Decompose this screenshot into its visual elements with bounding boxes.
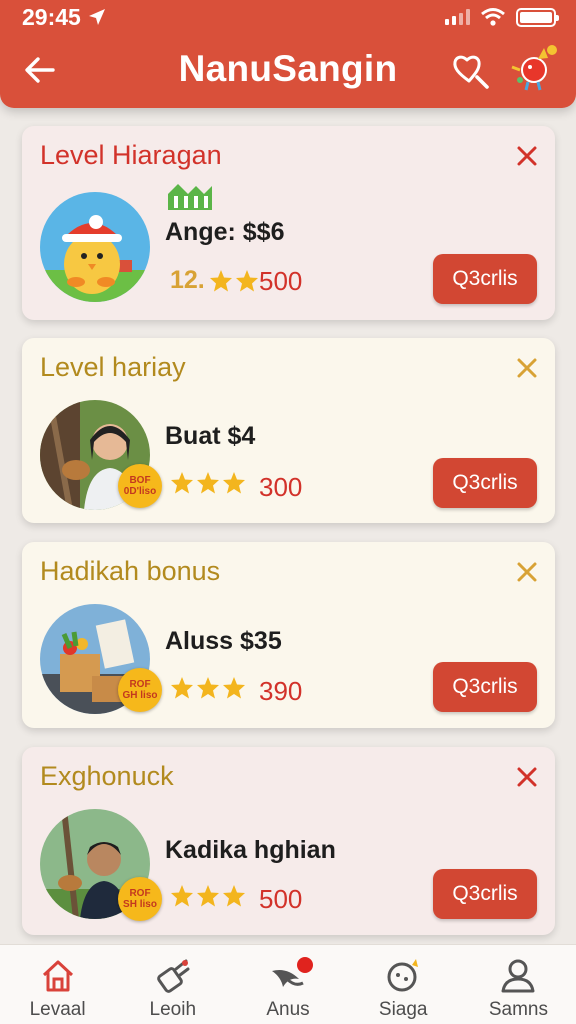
home-icon: [42, 960, 73, 992]
star-icon: [171, 677, 193, 699]
card-price: Kadika hghian: [165, 836, 336, 864]
bottom-tab-bar: Levaal Leoih Anus Siaga Samns: [0, 944, 576, 1024]
points-value: 300: [259, 472, 303, 502]
tab-label: Siaga: [378, 999, 428, 1020]
wifi-icon: [481, 8, 505, 26]
card-title: Level hariay: [40, 352, 186, 382]
redeem-button[interactable]: Q3crlis: [433, 254, 537, 304]
discount-badge: BOF 0D'liso: [118, 464, 162, 508]
star-icon: [235, 269, 258, 291]
card-title: Hadikah bonus: [40, 556, 221, 586]
redeem-button[interactable]: Q3crlis: [433, 869, 537, 919]
tab-label: Levaal: [29, 999, 86, 1020]
tab-levaal[interactable]: Levaal: [0, 945, 115, 1024]
tab-label: Samns: [488, 999, 548, 1020]
star-icon: [223, 472, 245, 494]
tools-icon: [156, 959, 190, 993]
points-value: 500: [259, 884, 303, 914]
signal-icon: [445, 9, 470, 25]
person-icon: [501, 959, 535, 993]
notification-dot: [297, 957, 314, 973]
card-price: Ange: $$6: [165, 218, 285, 246]
star-icon: [197, 677, 219, 699]
badge-text: ROF SH liso: [123, 888, 157, 910]
close-icon[interactable]: [515, 356, 539, 380]
chick-mascot-image: [40, 192, 150, 302]
search-button[interactable]: [450, 50, 492, 92]
status-time: 29:45: [22, 3, 81, 30]
app-header: 29:45 NanuSangin: [0, 0, 576, 108]
tab-leoih[interactable]: Leoih: [115, 945, 230, 1024]
close-icon[interactable]: [515, 144, 539, 168]
card-title: Level Hiaragan: [40, 140, 222, 170]
star-icon: [197, 472, 219, 494]
tab-label: Leoih: [149, 999, 197, 1020]
rating-stars: [170, 471, 246, 495]
star-icon: [209, 269, 232, 291]
tab-siaga[interactable]: Siaga: [346, 945, 461, 1024]
location-arrow-icon: [88, 9, 105, 25]
battery-icon: [516, 7, 559, 27]
rating-stars: [170, 676, 246, 700]
star-icon: [171, 472, 193, 494]
badge-text: BOF 0D'liso: [123, 475, 157, 497]
redeem-button[interactable]: Q3crlis: [433, 458, 537, 508]
status-bar: 29:45: [22, 3, 559, 30]
star-icon: [223, 677, 245, 699]
discount-badge: ROF SH liso: [118, 877, 162, 921]
star-icon: [171, 885, 193, 907]
reward-card: Level hariay BOF 0D'liso Buat $4 300 Q3c…: [22, 338, 555, 523]
card-price: Aluss $35: [165, 627, 282, 655]
house-icon: [168, 184, 212, 210]
mascot-button[interactable]: [508, 40, 566, 94]
discount-badge: ROF GH liso: [118, 668, 162, 712]
reward-card: Level Hiaragan Ange: $$6 12. 500 Q3crlis: [22, 126, 555, 320]
reward-card: Hadikah bonus ROF GH liso Aluss $35 390 …: [22, 542, 555, 728]
chick-icon: [387, 959, 419, 992]
stars-prefix: 12.: [170, 266, 205, 294]
avatar: [40, 192, 150, 302]
tab-label: Anus: [266, 999, 310, 1020]
points-value: 390: [259, 676, 303, 706]
redeem-button[interactable]: Q3crlis: [433, 662, 537, 712]
close-icon[interactable]: [515, 765, 539, 789]
tab-anus[interactable]: Anus: [230, 945, 345, 1024]
rating-stars: [170, 884, 246, 908]
mascot-icon: [511, 45, 557, 91]
heart-search-icon: [453, 55, 489, 89]
star-icon: [223, 885, 245, 907]
points-value: 500: [259, 266, 303, 296]
reward-card: Exghonuck ROF SH liso Kadika hghian 500 …: [22, 747, 555, 935]
badge-text: ROF GH liso: [122, 679, 158, 701]
card-title: Exghonuck: [40, 761, 174, 791]
star-icon: [197, 885, 219, 907]
card-price: Buat $4: [165, 422, 256, 450]
tab-samns[interactable]: Samns: [461, 945, 576, 1024]
close-icon[interactable]: [515, 560, 539, 584]
rating-stars: 12.: [170, 266, 259, 295]
